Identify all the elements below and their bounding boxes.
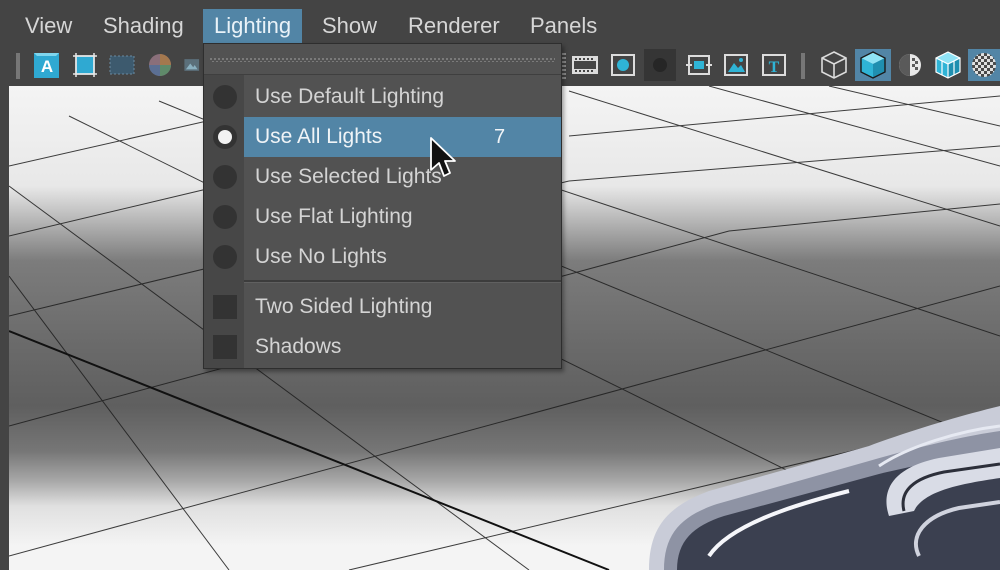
wireframe-icon[interactable] [818, 49, 850, 81]
radio-button[interactable] [213, 165, 237, 189]
wireframe-on-shaded-icon[interactable] [932, 49, 964, 81]
radio-button-selected[interactable] [213, 125, 237, 149]
checkbox[interactable] [213, 295, 237, 319]
menu-show[interactable]: Show [311, 9, 388, 43]
menu-item-use-selected-lights[interactable]: Use Selected Lights [204, 157, 561, 197]
menu-item-use-flat-lighting[interactable]: Use Flat Lighting [204, 197, 561, 237]
smooth-shade-icon[interactable] [855, 49, 891, 81]
menu-item-two-sided-lighting[interactable]: Two Sided Lighting [204, 287, 561, 327]
menu-renderer[interactable]: Renderer [397, 9, 511, 43]
radio-button[interactable] [213, 245, 237, 269]
viewport-border [0, 86, 9, 570]
mouse-cursor-icon [430, 137, 456, 177]
tear-off-handle[interactable] [210, 58, 555, 62]
gate-mask-icon[interactable] [644, 49, 676, 81]
image-plane-icon[interactable] [180, 49, 202, 81]
checkbox[interactable] [213, 335, 237, 359]
menu-separator [204, 74, 561, 75]
menu-item-label: Shadows [255, 335, 342, 358]
menu-item-use-all-lights[interactable]: Use All Lights 7 [204, 117, 561, 157]
default-material-icon[interactable] [894, 49, 926, 81]
xray-icon[interactable] [968, 49, 1000, 81]
menu-item-label: Use No Lights [255, 245, 387, 268]
menu-separator [244, 280, 561, 283]
lighting-menu: Use Default Lighting Use All Lights 7 Us… [203, 43, 562, 369]
panel-menubar: View Shading Lighting Show Renderer Pane… [0, 0, 1000, 45]
menu-item-hotkey: 7 [494, 126, 506, 148]
toolbar-separator [801, 53, 805, 79]
camera-attributes-icon[interactable]: A [31, 49, 63, 81]
toolbar-handle[interactable] [16, 53, 20, 79]
menu-view[interactable]: View [14, 9, 83, 43]
menu-item-label: Use Selected Lights [255, 165, 442, 188]
safe-title-icon[interactable]: T [758, 49, 790, 81]
field-chart-icon[interactable] [683, 49, 715, 81]
menu-item-label: Two Sided Lighting [255, 295, 433, 318]
menu-panels[interactable]: Panels [519, 9, 608, 43]
menu-item-label: Use All Lights [255, 125, 383, 148]
resolution-gate-icon[interactable] [607, 49, 639, 81]
svg-text:T: T [769, 59, 780, 76]
grid-icon[interactable] [106, 49, 138, 81]
toolbar-separator [562, 53, 566, 79]
color-wheel-icon[interactable] [144, 49, 176, 81]
menu-item-label: Use Default Lighting [255, 85, 445, 108]
film-gate-icon[interactable] [569, 49, 601, 81]
radio-button[interactable] [213, 205, 237, 229]
menu-item-shadows[interactable]: Shadows [204, 327, 561, 367]
menu-item-use-default-lighting[interactable]: Use Default Lighting [204, 77, 561, 117]
menu-lighting[interactable]: Lighting [203, 9, 303, 43]
radio-button[interactable] [213, 85, 237, 109]
menu-item-label: Use Flat Lighting [255, 205, 413, 228]
menu-item-use-no-lights[interactable]: Use No Lights [204, 237, 561, 277]
svg-text:A: A [41, 57, 53, 76]
safe-action-icon[interactable] [720, 49, 752, 81]
menu-shading[interactable]: Shading [92, 9, 195, 43]
bookmark-icon[interactable] [69, 49, 101, 81]
